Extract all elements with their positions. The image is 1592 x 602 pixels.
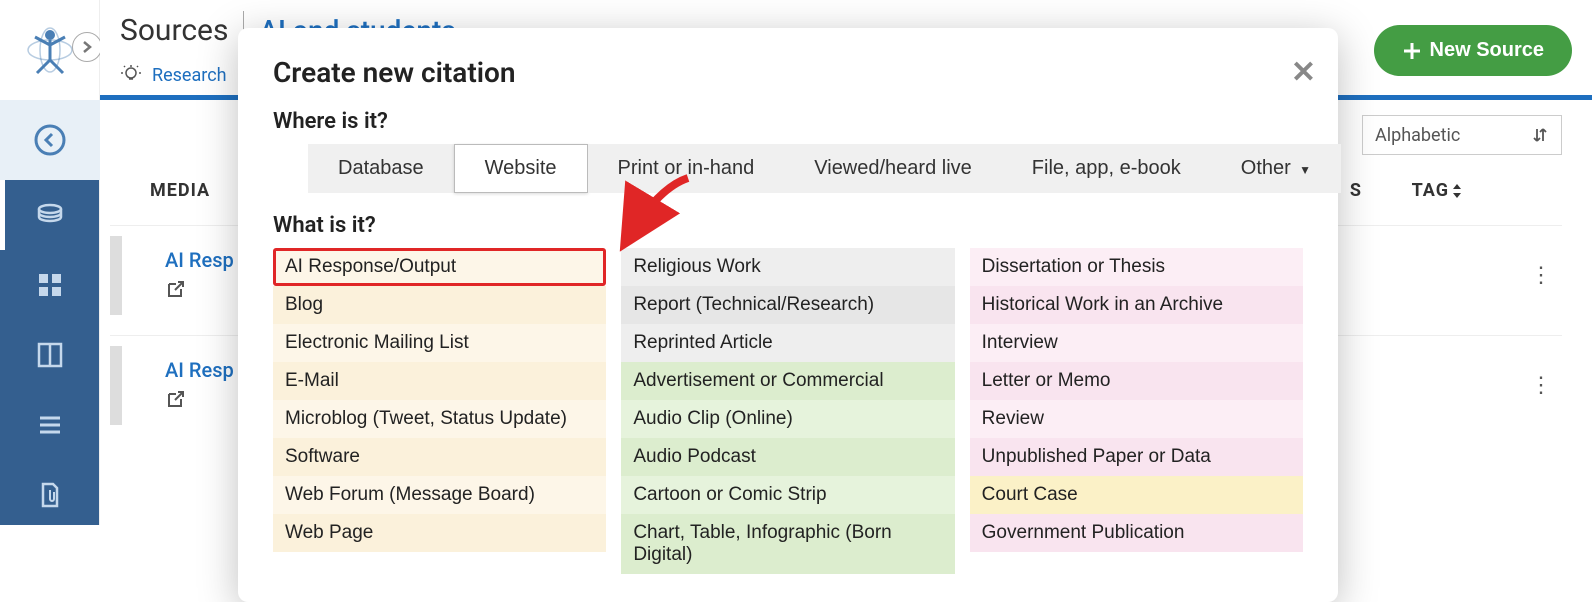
what-option[interactable]: Blog xyxy=(273,286,606,324)
where-section-label: Where is it? xyxy=(273,109,1303,134)
modal-backdrop: ✕ Create new citation Where is it? Datab… xyxy=(0,0,1592,525)
what-option[interactable]: Government Publication xyxy=(970,514,1303,552)
where-tab-other[interactable]: Other ▼ xyxy=(1211,144,1341,193)
what-option[interactable]: Web Page xyxy=(273,514,606,552)
where-tab-viewed[interactable]: Viewed/heard live xyxy=(784,144,1002,193)
create-citation-modal: ✕ Create new citation Where is it? Datab… xyxy=(238,28,1338,602)
close-icon: ✕ xyxy=(1291,56,1316,89)
what-option[interactable]: Court Case xyxy=(970,476,1303,514)
where-tab-file[interactable]: File, app, e-book xyxy=(1002,144,1211,193)
where-tab-print[interactable]: Print or in-hand xyxy=(588,144,785,193)
what-option[interactable]: Interview xyxy=(970,324,1303,362)
what-option[interactable]: Unpublished Paper or Data xyxy=(970,438,1303,476)
what-option[interactable]: Cartoon or Comic Strip xyxy=(621,476,954,514)
what-column: Dissertation or ThesisHistorical Work in… xyxy=(970,248,1303,574)
what-section-label: What is it? xyxy=(273,213,1303,238)
what-column: AI Response/OutputBlogElectronic Mailing… xyxy=(273,248,606,574)
where-tabs: Database Website Print or in-hand Viewed… xyxy=(308,144,1303,193)
what-column: Religious WorkReport (Technical/Research… xyxy=(621,248,954,574)
what-option[interactable]: Letter or Memo xyxy=(970,362,1303,400)
what-option[interactable]: Religious Work xyxy=(621,248,954,286)
what-option[interactable]: Reprinted Article xyxy=(621,324,954,362)
what-option[interactable]: Historical Work in an Archive xyxy=(970,286,1303,324)
what-option[interactable]: E-Mail xyxy=(273,362,606,400)
what-option[interactable]: Report (Technical/Research) xyxy=(621,286,954,324)
what-option[interactable]: Chart, Table, Infographic (Born Digital) xyxy=(621,514,954,574)
modal-title: Create new citation xyxy=(273,56,1303,89)
what-option[interactable]: Dissertation or Thesis xyxy=(970,248,1303,286)
what-option[interactable]: Audio Podcast xyxy=(621,438,954,476)
what-option[interactable]: Electronic Mailing List xyxy=(273,324,606,362)
what-option[interactable]: Advertisement or Commercial xyxy=(621,362,954,400)
what-option[interactable]: Software xyxy=(273,438,606,476)
caret-down-icon: ▼ xyxy=(1296,163,1311,177)
what-option[interactable]: Audio Clip (Online) xyxy=(621,400,954,438)
what-grid: AI Response/OutputBlogElectronic Mailing… xyxy=(273,248,1303,574)
what-option[interactable]: Web Forum (Message Board) xyxy=(273,476,606,514)
where-tab-database[interactable]: Database xyxy=(308,144,454,193)
close-button[interactable]: ✕ xyxy=(1291,58,1316,88)
where-tab-website[interactable]: Website xyxy=(454,144,588,193)
what-option[interactable]: AI Response/Output xyxy=(273,248,606,286)
what-option[interactable]: Microblog (Tweet, Status Update) xyxy=(273,400,606,438)
what-option[interactable]: Review xyxy=(970,400,1303,438)
